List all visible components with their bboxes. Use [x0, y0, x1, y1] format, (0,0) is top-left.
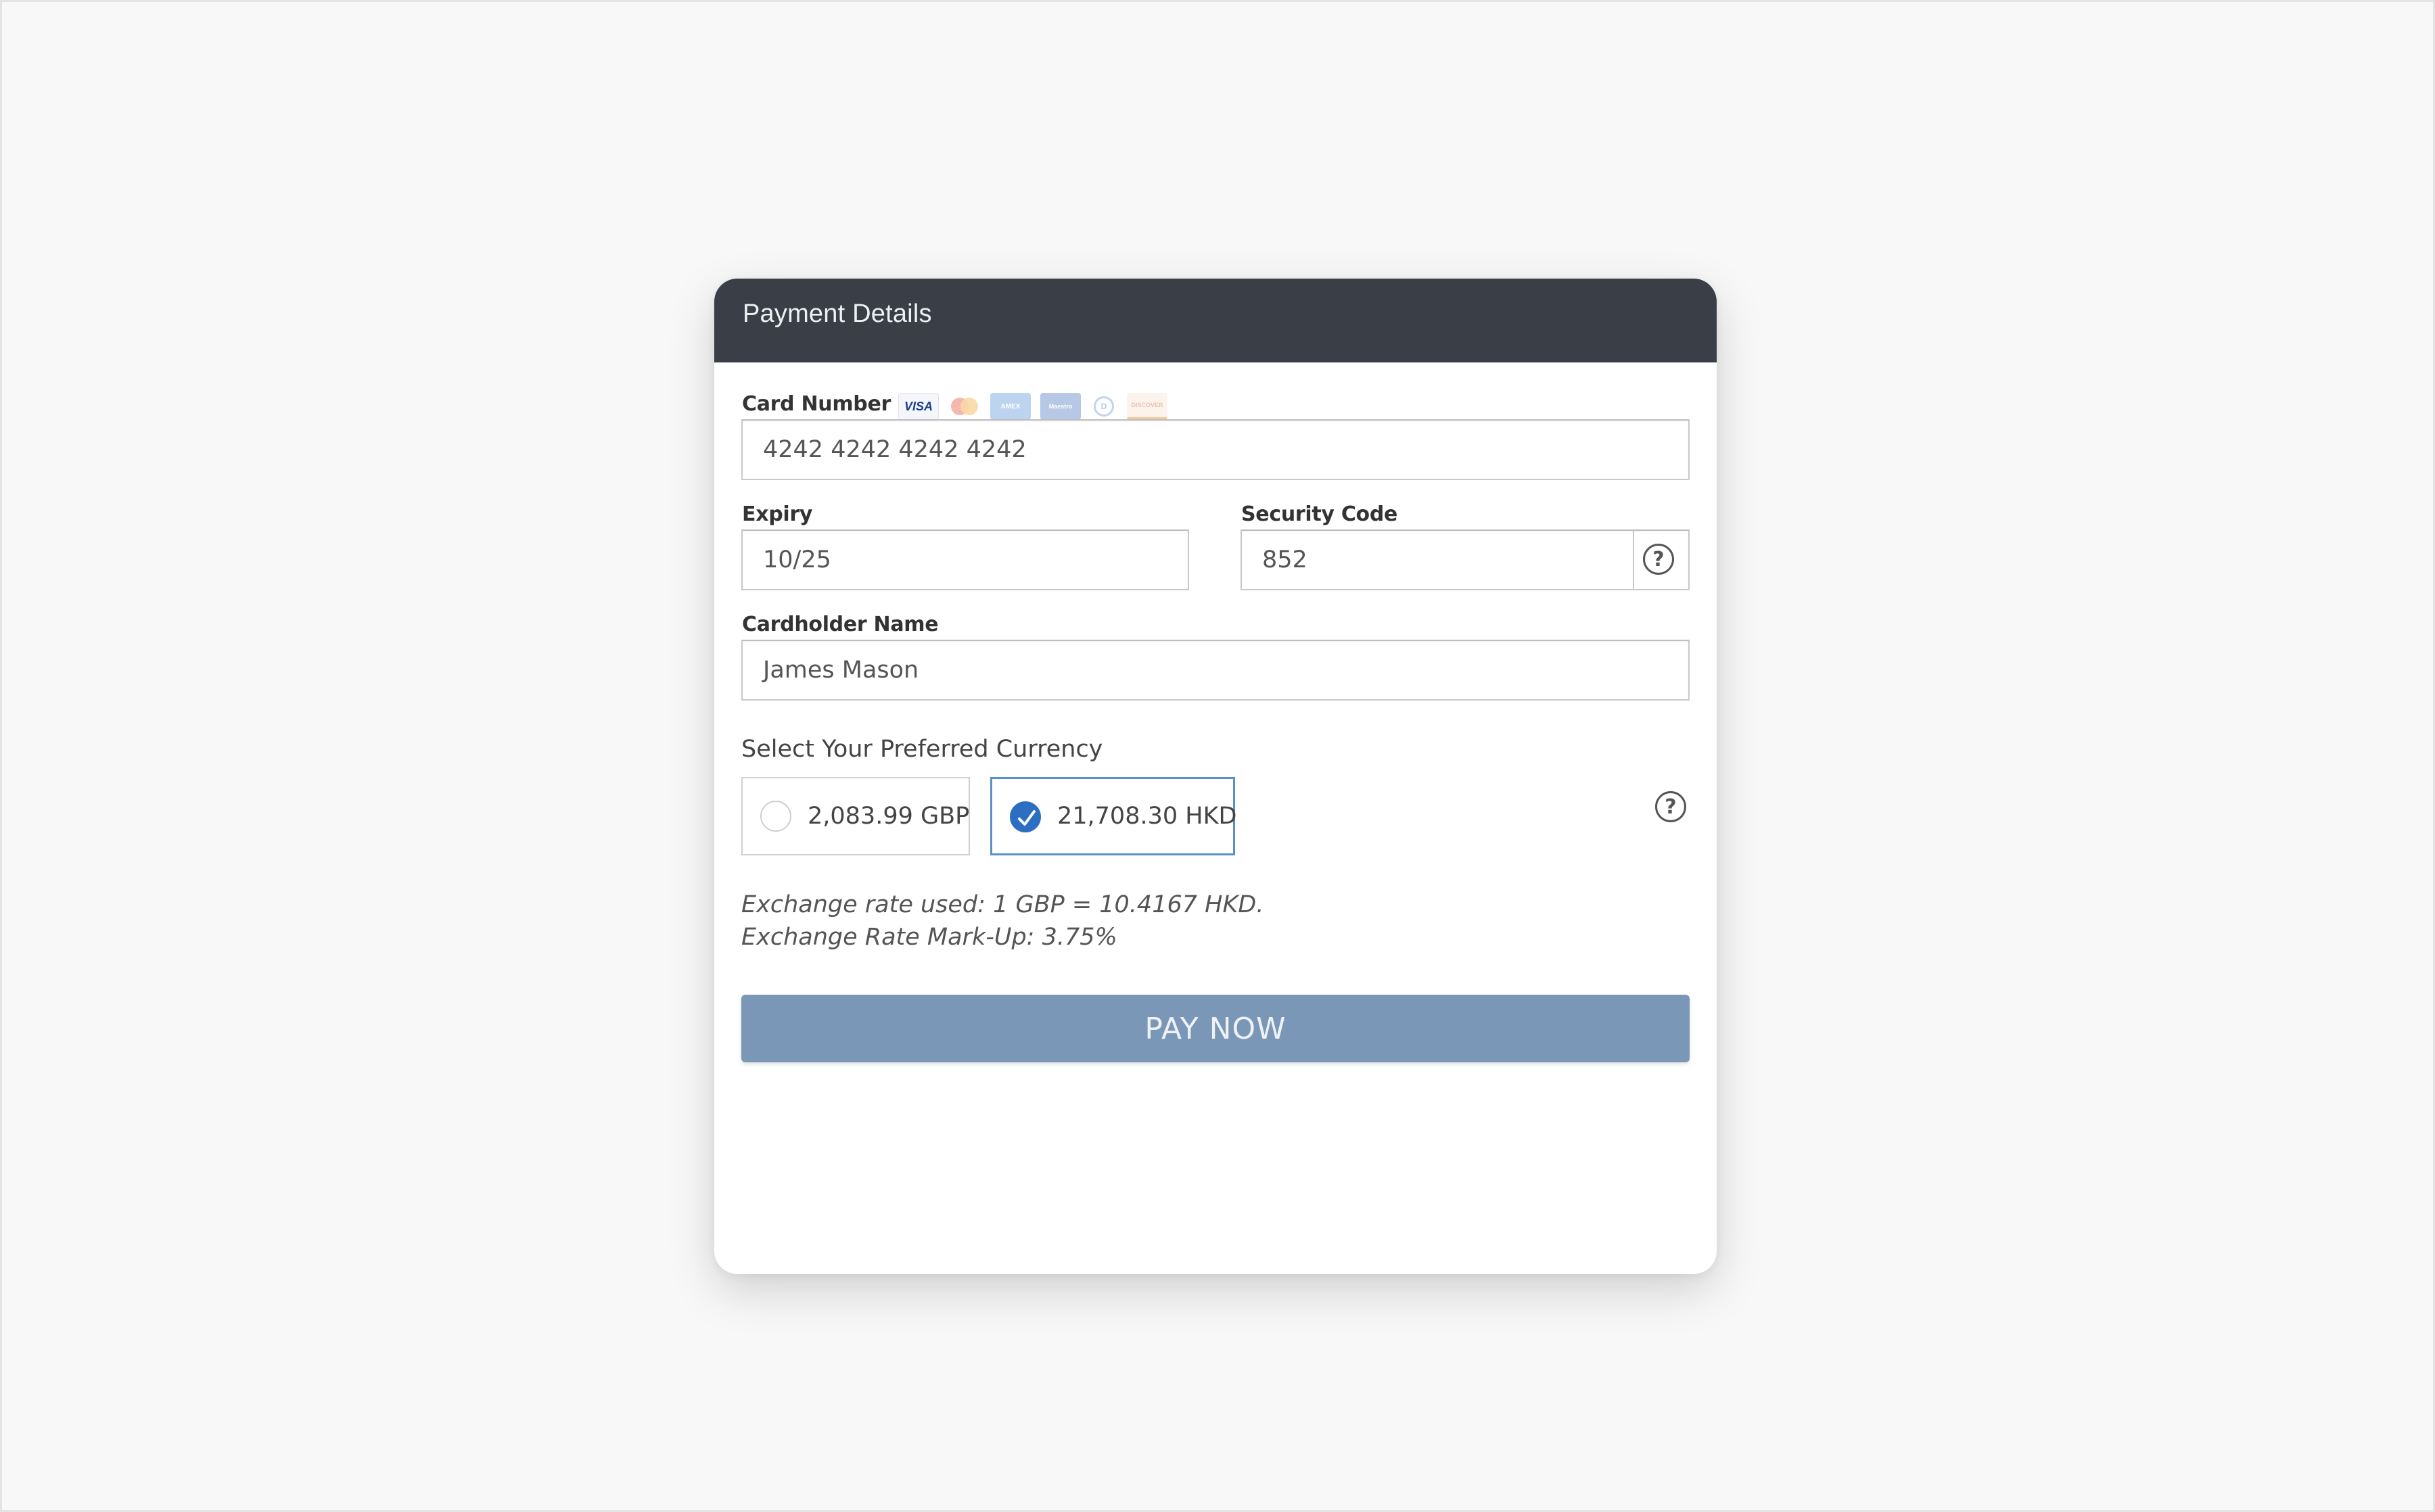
- radio-checked-icon: [1010, 801, 1041, 832]
- security-code-label: Security Code: [1241, 502, 1398, 526]
- security-code-help-icon[interactable]: ?: [1643, 544, 1674, 575]
- radio-unchecked-icon: [760, 801, 791, 832]
- expiry-field[interactable]: 10/25: [741, 529, 1189, 590]
- cardholder-name-label: Cardholder Name: [742, 613, 939, 636]
- expiry-value: 10/25: [763, 546, 831, 573]
- currency-option-label: 21,708.30 HKD: [1057, 803, 1237, 830]
- exchange-rate-note: Exchange rate used: 1 GBP = 10.4167 HKD.: [741, 891, 1264, 918]
- markup-note: Exchange Rate Mark-Up: 3.75%: [741, 924, 1117, 951]
- card-logos: VISA AMEX Maestro D DISCOVER: [898, 392, 1167, 421]
- currency-option-gbp[interactable]: 2,083.99 GBP: [741, 777, 970, 855]
- discover-logo: DISCOVER: [1127, 393, 1167, 420]
- currency-help-icon[interactable]: ?: [1655, 791, 1686, 822]
- diners-logo: D: [1090, 393, 1117, 420]
- card-number-value: 4242 4242 4242 4242: [763, 436, 1027, 463]
- payment-card: Payment Details Card Number VISA AMEX Ma…: [714, 279, 1717, 1274]
- currency-option-label: 2,083.99 GBP: [808, 803, 970, 830]
- page-title: Payment Details: [743, 300, 932, 328]
- visa-logo: VISA: [898, 393, 939, 420]
- maestro-logo: Maestro: [1040, 393, 1081, 420]
- currency-option-hkd[interactable]: 21,708.30 HKD: [990, 777, 1237, 855]
- amex-logo: AMEX: [990, 393, 1031, 420]
- pay-now-button[interactable]: PAY NOW: [741, 995, 1690, 1062]
- cardholder-name-field[interactable]: James Mason: [741, 640, 1690, 701]
- mastercard-logo: [948, 393, 981, 420]
- card-number-field[interactable]: 4242 4242 4242 4242: [741, 419, 1690, 480]
- security-code-field[interactable]: 852: [1240, 529, 1690, 590]
- expiry-label: Expiry: [742, 502, 813, 526]
- security-code-value: 852: [1262, 546, 1307, 573]
- currency-section-title: Select Your Preferred Currency: [741, 736, 1103, 763]
- card-header: Payment Details: [714, 279, 1717, 362]
- card-number-label: Card Number: [742, 392, 891, 416]
- security-code-divider: [1633, 531, 1634, 589]
- cardholder-name-value: James Mason: [763, 657, 919, 684]
